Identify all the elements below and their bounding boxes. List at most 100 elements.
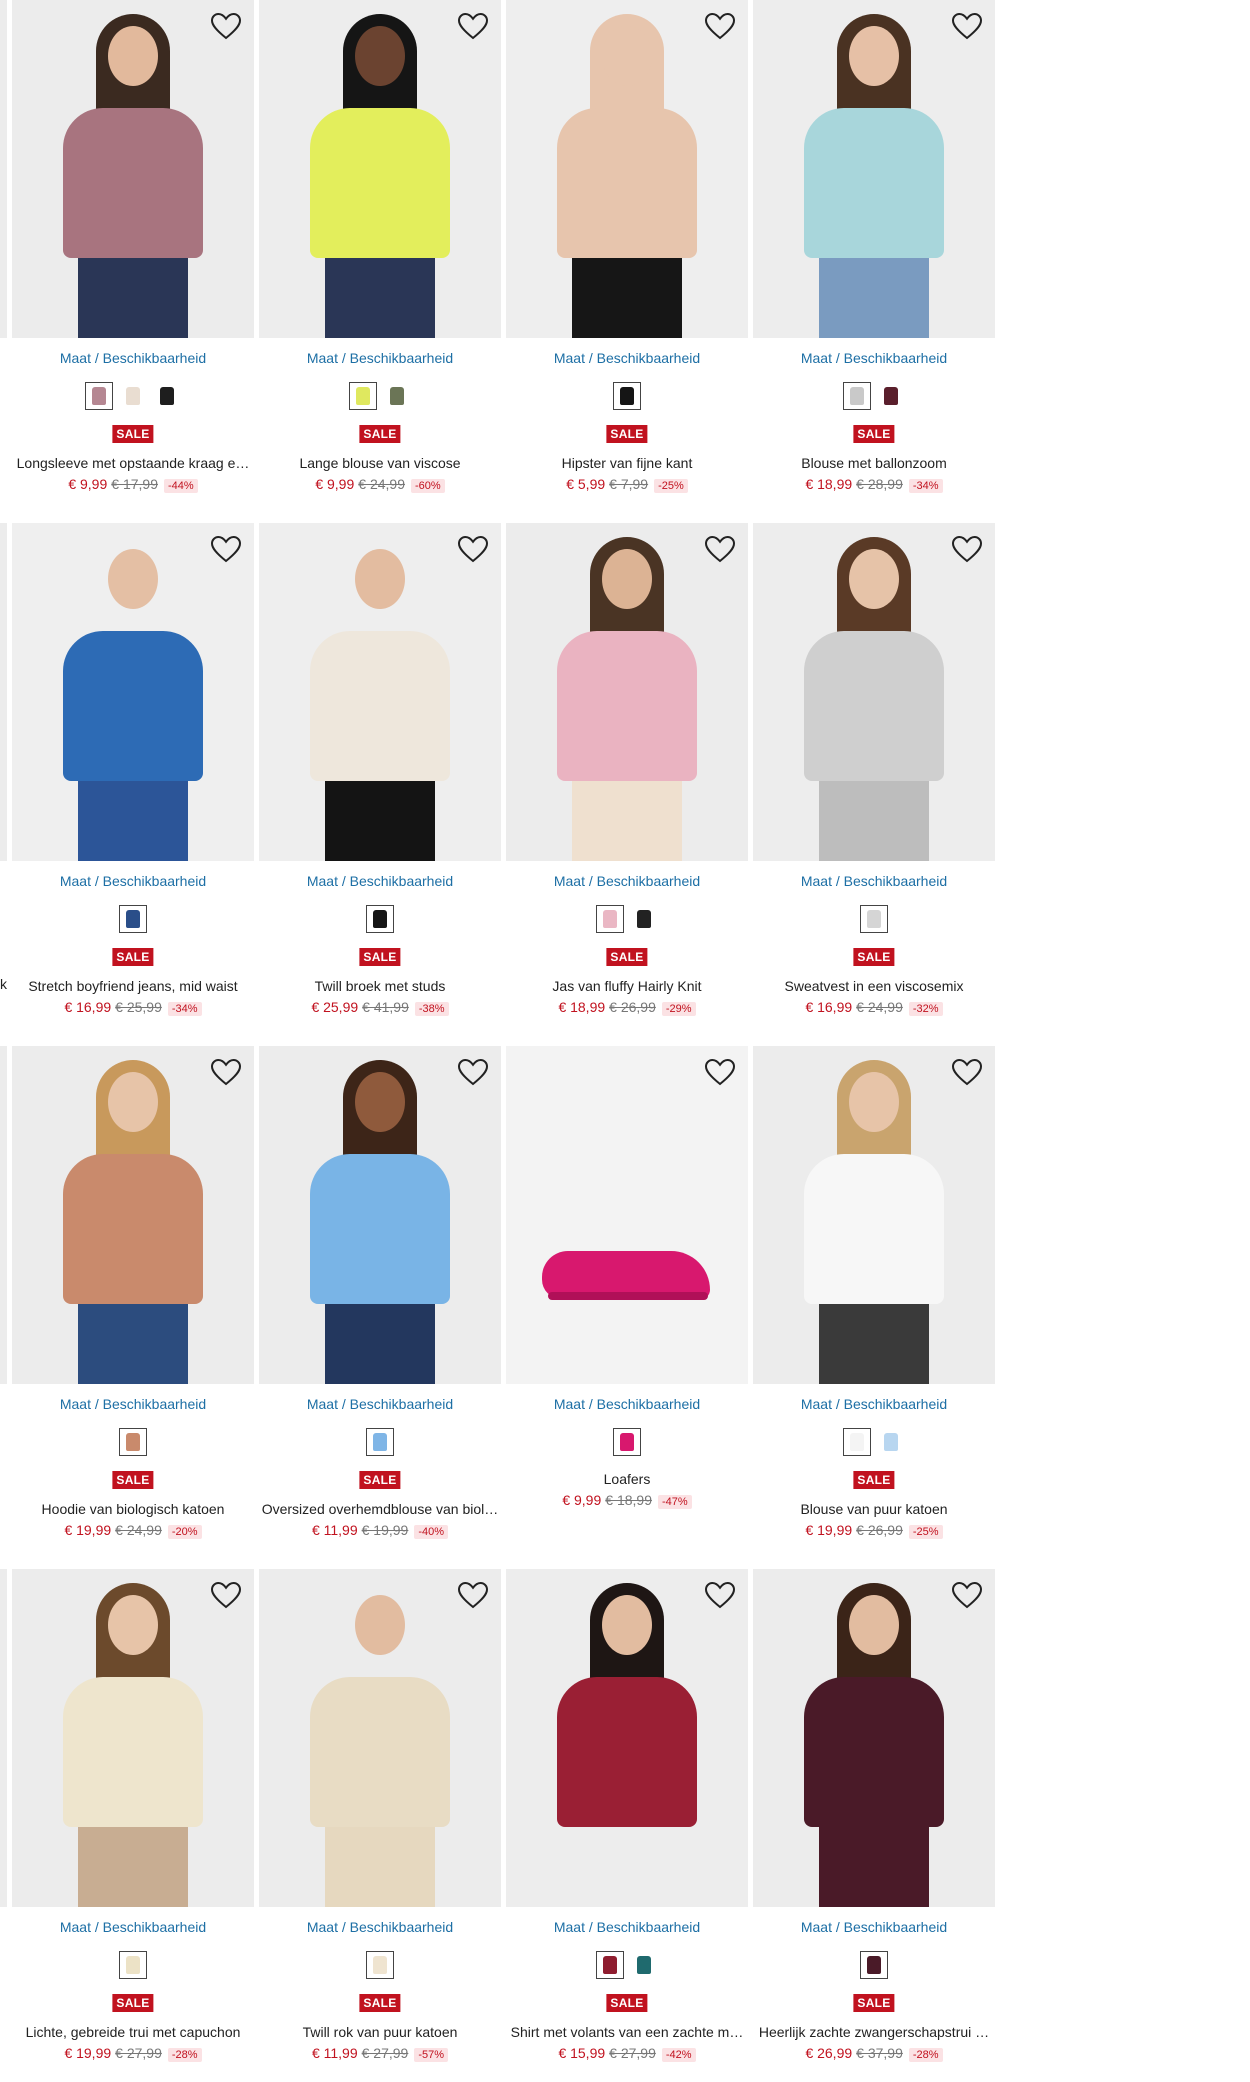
- color-swatch[interactable]: [613, 382, 641, 410]
- product-image[interactable]: [259, 0, 501, 338]
- product-image[interactable]: [12, 523, 254, 861]
- color-swatch[interactable]: [153, 382, 181, 410]
- size-availability-link[interactable]: Maat / Beschikbaarheid: [506, 350, 748, 366]
- wishlist-heart-icon[interactable]: [457, 12, 489, 40]
- size-availability-link[interactable]: Maat / Beschikbaarheid: [506, 873, 748, 889]
- product-image[interactable]: [753, 0, 995, 338]
- product-card[interactable]: Maat / Beschikbaarheid SALE Heerlijk zacht…: [753, 1569, 995, 2082]
- size-availability-link[interactable]: Maat / Beschikbaarheid: [506, 1396, 748, 1412]
- color-swatch[interactable]: [349, 382, 377, 410]
- product-name[interactable]: Lichte, gebreide trui met capuchon: [12, 2024, 254, 2040]
- product-card[interactable]: Maat / Beschikbaarheid SALE Oversized over…: [259, 1046, 501, 1566]
- product-card[interactable]: Maat / Beschikbaarheid SALE Sweatvest in e…: [753, 523, 995, 1043]
- wishlist-heart-icon[interactable]: [951, 535, 983, 563]
- product-card[interactable]: Maat / Beschikbaarheid SALE Stretch boyfri…: [12, 523, 254, 1043]
- wishlist-heart-icon[interactable]: [210, 535, 242, 563]
- wishlist-heart-icon[interactable]: [704, 535, 736, 563]
- product-name[interactable]: Stretch boyfriend jeans, mid waist: [12, 978, 254, 994]
- product-image[interactable]: [753, 1046, 995, 1384]
- product-name[interactable]: Blouse van puur katoen: [753, 1501, 995, 1517]
- color-swatch[interactable]: [85, 382, 113, 410]
- size-availability-link[interactable]: Maat / Beschikbaarheid: [12, 350, 254, 366]
- product-image[interactable]: [753, 523, 995, 861]
- color-swatch[interactable]: [860, 1951, 888, 1979]
- color-swatch[interactable]: [383, 382, 411, 410]
- product-image[interactable]: [506, 1569, 748, 1907]
- color-swatch[interactable]: [119, 382, 147, 410]
- wishlist-heart-icon[interactable]: [210, 1058, 242, 1086]
- product-card[interactable]: Maat / Beschikbaarheid SALE Hipster van fi…: [506, 0, 748, 520]
- size-availability-link[interactable]: Maat / Beschikbaarheid: [259, 350, 501, 366]
- color-swatch[interactable]: [860, 905, 888, 933]
- product-name[interactable]: Oversized overhemdblouse van biol…: [259, 1501, 501, 1517]
- size-availability-link[interactable]: Maat / Beschikbaarheid: [259, 1919, 501, 1935]
- product-name[interactable]: Jas van fluffy Hairly Knit: [506, 978, 748, 994]
- color-swatch[interactable]: [630, 905, 658, 933]
- product-card[interactable]: Maat / Beschikbaarheid SALE Blouse van puu…: [753, 1046, 995, 1566]
- product-image[interactable]: [753, 1569, 995, 1907]
- color-swatch[interactable]: [613, 1428, 641, 1456]
- color-swatch[interactable]: [119, 1428, 147, 1456]
- size-availability-link[interactable]: Maat / Beschikbaarheid: [753, 1919, 995, 1935]
- product-card[interactable]: Maat / Beschikbaarheid SALE Lichte, gebrei…: [12, 1569, 254, 2082]
- size-availability-link[interactable]: Maat / Beschikbaarheid: [259, 873, 501, 889]
- product-name[interactable]: Shirt met volants van een zachte m…: [506, 2024, 748, 2040]
- size-availability-link[interactable]: Maat / Beschikbaarheid: [12, 1396, 254, 1412]
- wishlist-heart-icon[interactable]: [951, 1058, 983, 1086]
- size-availability-link[interactable]: Maat / Beschikbaarheid: [259, 1396, 501, 1412]
- size-availability-link[interactable]: Maat / Beschikbaarheid: [12, 1919, 254, 1935]
- product-card[interactable]: Maat / Beschikbaarheid SALE Jas van fluffy…: [506, 523, 748, 1043]
- product-card[interactable]: Maat / Beschikbaarheid SALE Longsleeve met…: [12, 0, 254, 520]
- product-image[interactable]: [12, 0, 254, 338]
- product-image[interactable]: [506, 0, 748, 338]
- size-availability-link[interactable]: Maat / Beschikbaarheid: [753, 1396, 995, 1412]
- product-image[interactable]: [12, 1046, 254, 1384]
- product-name[interactable]: Blouse met ballonzoom: [753, 455, 995, 471]
- wishlist-heart-icon[interactable]: [951, 12, 983, 40]
- product-image[interactable]: [12, 1569, 254, 1907]
- product-name[interactable]: Lange blouse van viscose: [259, 455, 501, 471]
- wishlist-heart-icon[interactable]: [210, 1581, 242, 1609]
- wishlist-heart-icon[interactable]: [457, 535, 489, 563]
- color-swatch[interactable]: [366, 1428, 394, 1456]
- color-swatch[interactable]: [630, 1951, 658, 1979]
- wishlist-heart-icon[interactable]: [951, 1581, 983, 1609]
- product-image[interactable]: [506, 1046, 748, 1384]
- wishlist-heart-icon[interactable]: [704, 1581, 736, 1609]
- product-name[interactable]: Hipster van fijne kant: [506, 455, 748, 471]
- wishlist-heart-icon[interactable]: [704, 1058, 736, 1086]
- color-swatch[interactable]: [843, 1428, 871, 1456]
- wishlist-heart-icon[interactable]: [210, 12, 242, 40]
- wishlist-heart-icon[interactable]: [704, 12, 736, 40]
- color-swatch[interactable]: [877, 382, 905, 410]
- product-name[interactable]: Twill rok van puur katoen: [259, 2024, 501, 2040]
- product-name[interactable]: Sweatvest in een viscosemix: [753, 978, 995, 994]
- product-card[interactable]: Maat / Beschikbaarheid SALE Blouse met bal…: [753, 0, 995, 520]
- size-availability-link[interactable]: Maat / Beschikbaarheid: [506, 1919, 748, 1935]
- product-image[interactable]: [506, 523, 748, 861]
- color-swatch[interactable]: [366, 905, 394, 933]
- product-card[interactable]: Maat / Beschikbaarheid SALE Lange blouse v…: [259, 0, 501, 520]
- product-card[interactable]: Maat / Beschikbaarheid SALE Twill broek me…: [259, 523, 501, 1043]
- size-availability-link[interactable]: Maat / Beschikbaarheid: [753, 350, 995, 366]
- wishlist-heart-icon[interactable]: [457, 1581, 489, 1609]
- product-name[interactable]: Longsleeve met opstaande kraag e…: [12, 455, 254, 471]
- color-swatch[interactable]: [596, 905, 624, 933]
- product-card[interactable]: Maat / Beschikbaarheid SALE Hoodie van bio…: [12, 1046, 254, 1566]
- size-availability-link[interactable]: Maat / Beschikbaarheid: [12, 873, 254, 889]
- product-image[interactable]: [259, 1046, 501, 1384]
- color-swatch[interactable]: [596, 1951, 624, 1979]
- product-name[interactable]: Heerlijk zachte zwangerschapstrui …: [753, 2024, 995, 2040]
- color-swatch[interactable]: [119, 905, 147, 933]
- product-card[interactable]: Maat / Beschikbaarheid SALE Twill rok van …: [259, 1569, 501, 2082]
- color-swatch[interactable]: [119, 1951, 147, 1979]
- product-card[interactable]: Maat / Beschikbaarheid Loafers € 9,99 € 18,…: [506, 1046, 748, 1566]
- product-card[interactable]: Maat / Beschikbaarheid SALE Shirt met vola…: [506, 1569, 748, 2082]
- product-image[interactable]: [259, 1569, 501, 1907]
- wishlist-heart-icon[interactable]: [457, 1058, 489, 1086]
- color-swatch[interactable]: [877, 1428, 905, 1456]
- product-name[interactable]: Loafers: [506, 1471, 748, 1487]
- product-name[interactable]: Hoodie van biologisch katoen: [12, 1501, 254, 1517]
- color-swatch[interactable]: [843, 382, 871, 410]
- product-name[interactable]: Twill broek met studs: [259, 978, 501, 994]
